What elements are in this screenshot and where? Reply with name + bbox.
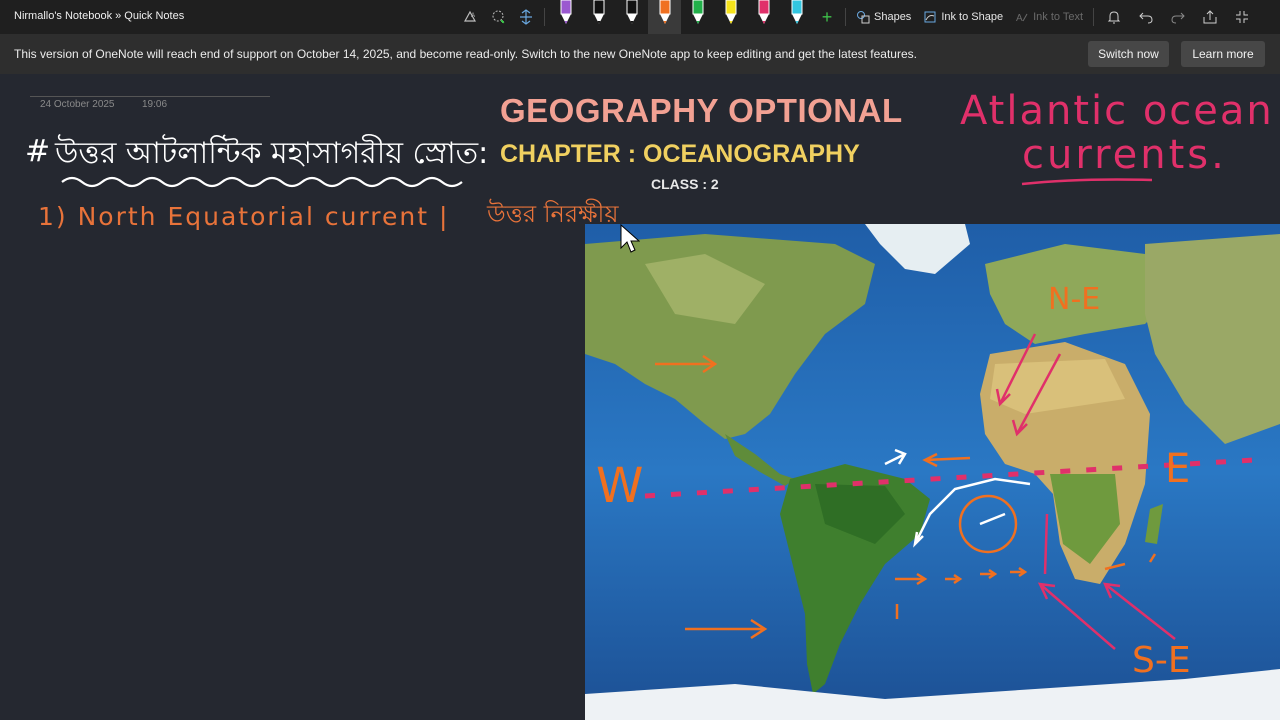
orange-pen-icon[interactable] [648, 0, 681, 34]
yellow-highlighter-icon[interactable] [714, 0, 747, 34]
share-icon[interactable] [1194, 0, 1226, 34]
ink-atlantic-ocean[interactable]: Atlantic ocean [960, 88, 1274, 134]
class-label: CLASS : 2 [651, 176, 719, 192]
switch-now-button[interactable]: Switch now [1088, 41, 1169, 67]
breadcrumb[interactable]: Nirmallo's Notebook » Quick Notes [14, 10, 184, 22]
toolbar-divider [845, 8, 846, 26]
draw-toolbar: A + Shapes Ink to Shape A Ink to Text [456, 0, 1258, 34]
ink-to-shape-button[interactable]: Ink to Shape [917, 0, 1009, 34]
label-west: W [596, 458, 644, 514]
fullscreen-collapse-icon[interactable] [1226, 0, 1258, 34]
label-south-east: S-E [1132, 640, 1191, 681]
title-bar: Nirmallo's Notebook » Quick Notes A + Sh… [0, 0, 1280, 34]
label-north-east: N-E [1048, 282, 1101, 317]
banner-message: This version of OneNote will reach end o… [14, 47, 917, 61]
shapes-button[interactable]: Shapes [850, 0, 917, 34]
ink-to-shape-icon [924, 11, 936, 23]
lasso-icon[interactable] [484, 0, 512, 34]
ink-to-shape-label: Ink to Shape [941, 11, 1004, 23]
label-east: E [1165, 446, 1191, 492]
bell-icon[interactable] [1098, 0, 1130, 34]
chapter-heading: CHAPTER : OCEANOGRAPHY [500, 140, 860, 168]
add-space-icon[interactable] [512, 0, 540, 34]
ink-north-equatorial[interactable]: 1) North Equatorial current | [38, 202, 449, 231]
ink-wavy-underline[interactable] [60, 174, 470, 190]
toolbar-divider [544, 8, 545, 26]
green-pen-icon[interactable] [681, 0, 714, 34]
page-time: 19:06 [142, 99, 168, 110]
ink-to-text-icon: A [1016, 13, 1028, 24]
lasso-select-icon[interactable]: A [456, 0, 484, 34]
purple-pen-icon[interactable] [549, 0, 582, 34]
cyan-pen-icon[interactable] [780, 0, 813, 34]
toolbar-divider [1093, 8, 1095, 26]
svg-text:A: A [1016, 13, 1023, 24]
ink-to-text-label: Ink to Text [1033, 11, 1084, 23]
page-heading: GEOGRAPHY OPTIONAL [500, 92, 903, 129]
ink-bengali-heading[interactable]: উত্তর আটলান্টিক মহাসাগরীয় স্রোত: [55, 129, 488, 180]
black-pen-icon[interactable] [582, 0, 615, 34]
add-pen-icon[interactable]: + [813, 0, 841, 34]
pink-pen-icon[interactable] [747, 0, 780, 34]
page-title-underline [30, 96, 270, 97]
black-pen-2-icon[interactable] [615, 0, 648, 34]
note-page[interactable]: 24 October 2025 19:06 GEOGRAPHY OPTIONAL… [0, 74, 1280, 720]
ink-to-text-button[interactable]: A Ink to Text [1009, 0, 1089, 34]
mouse-cursor-icon [620, 224, 640, 253]
learn-more-button[interactable]: Learn more [1181, 41, 1265, 67]
ink-currents[interactable]: currents. [1022, 132, 1227, 178]
end-of-support-banner: This version of OneNote will reach end o… [0, 34, 1280, 74]
ink-hash[interactable]: # [25, 134, 50, 169]
shapes-icon [857, 11, 870, 24]
ink-currents-underline[interactable] [1020, 176, 1155, 186]
undo-icon[interactable] [1130, 0, 1162, 34]
page-date: 24 October 2025 [40, 99, 115, 110]
shapes-label: Shapes [874, 11, 912, 23]
svg-text:A: A [471, 13, 475, 19]
redo-icon[interactable] [1162, 0, 1194, 34]
